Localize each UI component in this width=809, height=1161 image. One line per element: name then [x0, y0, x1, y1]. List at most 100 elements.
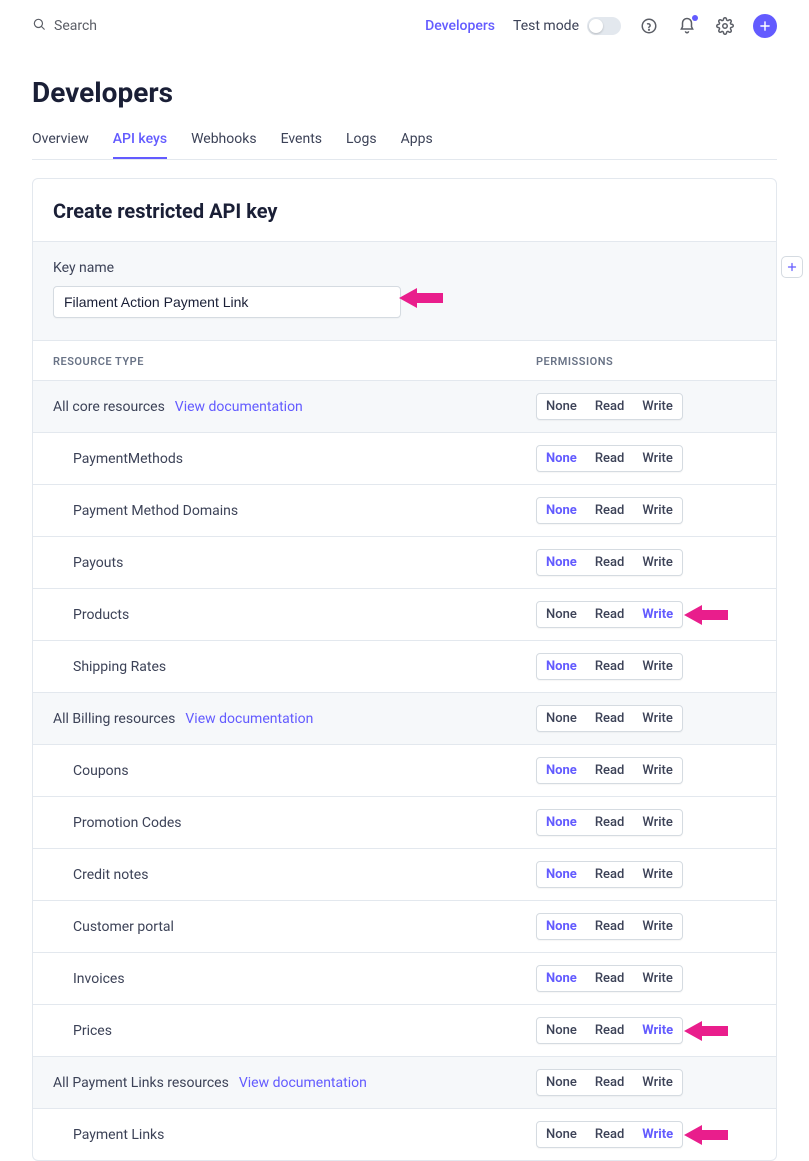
- resource-row: ProductsNoneReadWrite: [33, 588, 776, 640]
- permission-segmented[interactable]: NoneReadWrite: [536, 809, 683, 836]
- resource-row: PricesNoneReadWrite: [33, 1004, 776, 1056]
- permission-control: NoneReadWrite: [536, 549, 756, 576]
- permission-control: NoneReadWrite: [536, 861, 756, 888]
- perm-none[interactable]: None: [537, 810, 586, 835]
- permission-segmented[interactable]: NoneReadWrite: [536, 445, 683, 472]
- view-documentation-link[interactable]: View documentation: [239, 1075, 367, 1091]
- view-documentation-link[interactable]: View documentation: [185, 711, 313, 727]
- perm-read[interactable]: Read: [586, 446, 633, 471]
- perm-read[interactable]: Read: [586, 1122, 633, 1147]
- perm-read[interactable]: Read: [586, 654, 633, 679]
- perm-none[interactable]: None: [537, 1070, 586, 1095]
- permission-segmented[interactable]: NoneReadWrite: [536, 705, 683, 732]
- perm-write[interactable]: Write: [633, 914, 682, 939]
- perm-write[interactable]: Write: [633, 498, 682, 523]
- permission-segmented[interactable]: NoneReadWrite: [536, 757, 683, 784]
- tab-api-keys[interactable]: API keys: [113, 123, 167, 159]
- perm-none[interactable]: None: [537, 654, 586, 679]
- perm-read[interactable]: Read: [586, 810, 633, 835]
- help-icon[interactable]: [639, 16, 659, 36]
- permission-segmented[interactable]: NoneReadWrite: [536, 549, 683, 576]
- resource-label: Payouts: [53, 555, 536, 571]
- perm-read[interactable]: Read: [586, 394, 633, 419]
- permission-control: NoneReadWrite: [536, 497, 756, 524]
- perm-none[interactable]: None: [537, 1018, 586, 1043]
- side-add-button[interactable]: [781, 256, 803, 278]
- perm-write[interactable]: Write: [633, 810, 682, 835]
- perm-read[interactable]: Read: [586, 966, 633, 991]
- arrow-left-icon: [399, 286, 443, 310]
- permission-segmented[interactable]: NoneReadWrite: [536, 861, 683, 888]
- top-right: Developers Test mode: [425, 14, 777, 38]
- perm-write[interactable]: Write: [633, 446, 682, 471]
- resource-row: PaymentMethodsNoneReadWrite: [33, 432, 776, 484]
- settings-icon[interactable]: [715, 16, 735, 36]
- developers-link[interactable]: Developers: [425, 18, 495, 34]
- create-button[interactable]: [753, 14, 777, 38]
- resource-label: Credit notes: [53, 867, 536, 883]
- perm-read[interactable]: Read: [586, 498, 633, 523]
- resource-label: Payment Method Domains: [53, 503, 536, 519]
- perm-write[interactable]: Write: [633, 862, 682, 887]
- resource-label: Promotion Codes: [53, 815, 536, 831]
- panel-create-key: Create restricted API key Key name RESOU…: [32, 178, 777, 1161]
- perm-none[interactable]: None: [537, 498, 586, 523]
- perm-read[interactable]: Read: [586, 1070, 633, 1095]
- key-name-input[interactable]: [53, 286, 401, 318]
- perm-write[interactable]: Write: [633, 394, 682, 419]
- perm-none[interactable]: None: [537, 394, 586, 419]
- perm-write[interactable]: Write: [633, 550, 682, 575]
- perm-none[interactable]: None: [537, 550, 586, 575]
- perm-write[interactable]: Write: [633, 1070, 682, 1095]
- permission-segmented[interactable]: NoneReadWrite: [536, 1017, 683, 1044]
- permission-segmented[interactable]: NoneReadWrite: [536, 601, 683, 628]
- tab-events[interactable]: Events: [281, 123, 322, 159]
- resource-label: Payment Links: [53, 1127, 536, 1143]
- key-name-section: Key name: [33, 241, 776, 341]
- perm-write[interactable]: Write: [633, 602, 682, 627]
- resource-label: Invoices: [53, 971, 536, 987]
- permission-segmented[interactable]: NoneReadWrite: [536, 965, 683, 992]
- perm-read[interactable]: Read: [586, 1018, 633, 1043]
- tab-overview[interactable]: Overview: [32, 123, 89, 159]
- perm-write[interactable]: Write: [633, 1122, 682, 1147]
- search-icon: [32, 17, 46, 35]
- perm-write[interactable]: Write: [633, 966, 682, 991]
- perm-none[interactable]: None: [537, 862, 586, 887]
- perm-write[interactable]: Write: [633, 1018, 682, 1043]
- perm-none[interactable]: None: [537, 446, 586, 471]
- perm-read[interactable]: Read: [586, 602, 633, 627]
- tab-webhooks[interactable]: Webhooks: [191, 123, 257, 159]
- tab-apps[interactable]: Apps: [401, 123, 433, 159]
- permission-segmented[interactable]: NoneReadWrite: [536, 913, 683, 940]
- test-mode-toggle[interactable]: [587, 17, 621, 35]
- resource-label: All Billing resourcesView documentation: [53, 711, 536, 727]
- permission-segmented[interactable]: NoneReadWrite: [536, 393, 683, 420]
- permission-segmented[interactable]: NoneReadWrite: [536, 1121, 683, 1148]
- notifications-icon[interactable]: [677, 16, 697, 36]
- perm-none[interactable]: None: [537, 966, 586, 991]
- search-trigger[interactable]: Search: [32, 17, 97, 35]
- perm-none[interactable]: None: [537, 706, 586, 731]
- permission-segmented[interactable]: NoneReadWrite: [536, 653, 683, 680]
- perm-read[interactable]: Read: [586, 758, 633, 783]
- perm-none[interactable]: None: [537, 914, 586, 939]
- permission-segmented[interactable]: NoneReadWrite: [536, 1069, 683, 1096]
- tab-logs[interactable]: Logs: [346, 123, 377, 159]
- perm-none[interactable]: None: [537, 1122, 586, 1147]
- perm-read[interactable]: Read: [586, 550, 633, 575]
- resource-row: PayoutsNoneReadWrite: [33, 536, 776, 588]
- perm-write[interactable]: Write: [633, 758, 682, 783]
- perm-read[interactable]: Read: [586, 914, 633, 939]
- perm-write[interactable]: Write: [633, 706, 682, 731]
- permission-segmented[interactable]: NoneReadWrite: [536, 497, 683, 524]
- resource-label: Products: [53, 607, 536, 623]
- view-documentation-link[interactable]: View documentation: [175, 399, 303, 415]
- perm-none[interactable]: None: [537, 602, 586, 627]
- perm-write[interactable]: Write: [633, 654, 682, 679]
- perm-none[interactable]: None: [537, 758, 586, 783]
- permission-control: NoneReadWrite: [536, 393, 756, 420]
- permission-control: NoneReadWrite: [536, 601, 756, 628]
- perm-read[interactable]: Read: [586, 862, 633, 887]
- perm-read[interactable]: Read: [586, 706, 633, 731]
